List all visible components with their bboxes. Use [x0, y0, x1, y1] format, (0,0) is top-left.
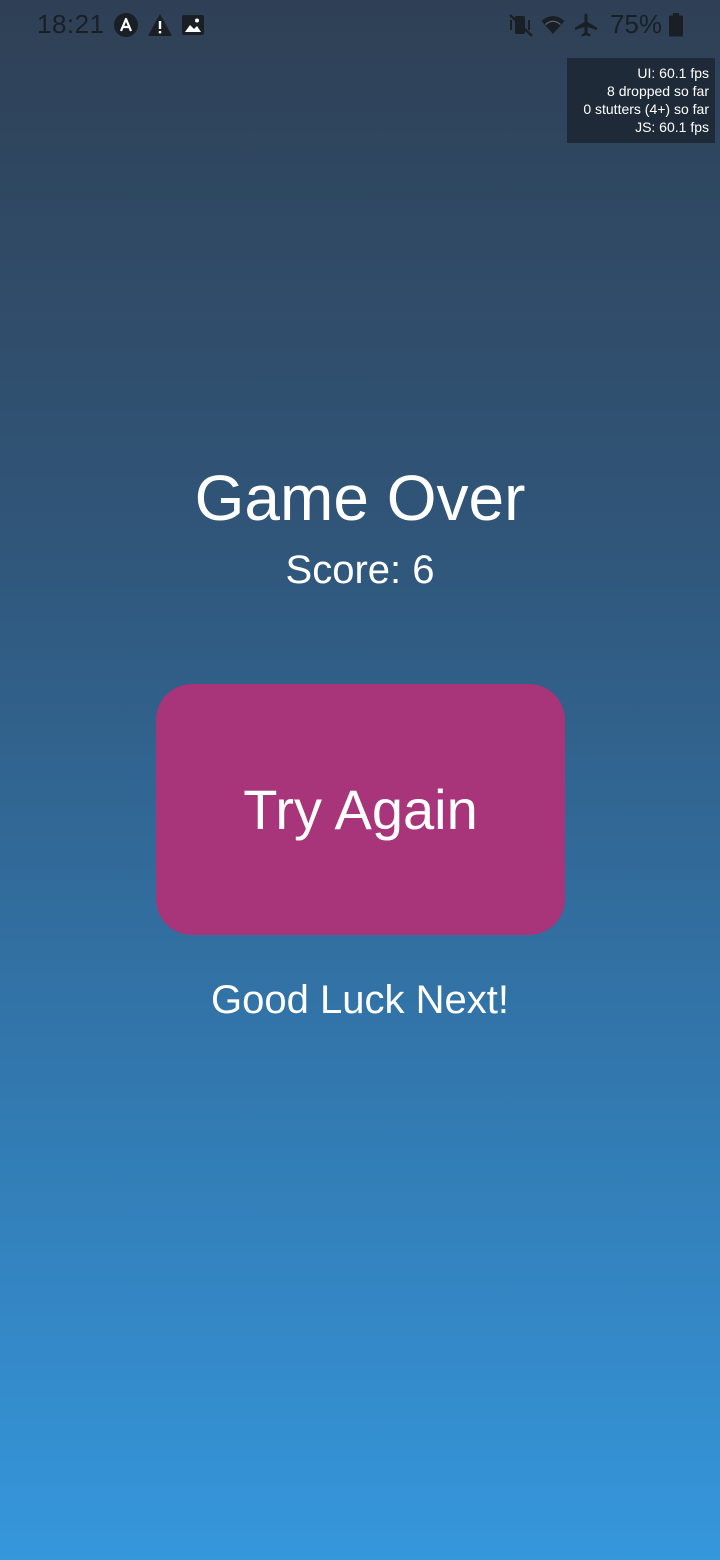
js-fps-readout: JS: 60.1 fps	[635, 119, 709, 135]
ui-fps-readout: UI: 60.1 fps	[637, 65, 709, 81]
airplane-icon	[575, 13, 597, 37]
dropped-frames-readout: 8 dropped so far	[607, 83, 709, 99]
image-icon	[182, 15, 204, 35]
wifi-icon	[541, 16, 565, 34]
game-over-title: Game Over	[194, 462, 526, 534]
status-time: 18:21	[37, 9, 105, 39]
battery-percentage: 75%	[609, 9, 662, 39]
score-text: Score: 6	[285, 548, 435, 592]
performance-monitor: UI: 60.1 fps 8 dropped so far 0 stutters…	[567, 58, 715, 143]
battery-icon	[669, 13, 683, 37]
app-notification-icon	[114, 13, 138, 37]
stutters-readout: 0 stutters (4+) so far	[583, 101, 709, 117]
warning-icon	[148, 14, 172, 36]
try-again-label: Try Again	[243, 777, 478, 841]
try-again-button[interactable]: Try Again	[156, 684, 565, 935]
vibrate-mute-icon	[509, 14, 533, 37]
status-bar: 18:21 75%	[0, 0, 720, 54]
good-luck-message: Good Luck Next!	[211, 978, 509, 1022]
